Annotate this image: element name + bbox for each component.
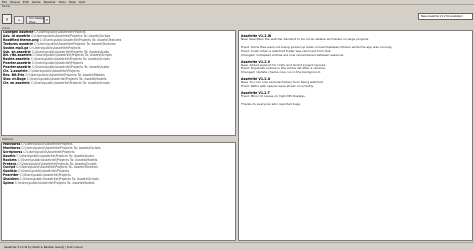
list-item-name: Spime [3,181,14,186]
list-item-path: C:\Users\public\Assetrite\Projects To: A… [14,181,95,186]
changelog-line: Fixed: Paths with spaces were shown inco… [241,84,314,89]
menu-item[interactable]: Pipeline [44,0,56,4]
menu-item[interactable]: Game [32,0,41,4]
add-button[interactable]: + [14,16,24,24]
update-available-button[interactable]: New Assetrite V1.2.W available! [418,13,473,20]
menu-item[interactable]: Queue [10,0,20,4]
watched-folders-list[interactable]: Monitorss C:\Users\public\Assetrite\Proj… [1,142,236,241]
changelog-line: Changed: Update checks now run in the ba… [241,70,321,75]
menu-item[interactable]: Tools [58,0,65,4]
active-files-list[interactable]: Codegen assetrie C:\Users\public\Assetri… [1,30,236,136]
menu-item[interactable]: Quit [79,0,85,4]
menu-item[interactable]: Edit [23,0,29,4]
menu-item[interactable]: File [2,0,7,4]
menu-item[interactable]: Help [69,0,76,4]
status-line: Ready [2,5,11,8]
changelog-panel: Assetrite V1.2.W New: Rewritten the watch… [238,30,473,241]
changelog-line: Changed: Collapsed entries are now remem… [241,52,345,57]
list-item-path: C:\Users\public\Assetrite\Projects To: A… [30,80,110,85]
list-item[interactable]: Ctr. en.assetrie C:\Users\public\Assetri… [2,80,235,86]
list-item-name: Ctr. en.assetrie [3,80,30,85]
chevron-down-icon[interactable]: ▾ [44,16,50,24]
watched-panel-label: Watched [2,138,14,141]
app-logo-button[interactable]: || [2,14,12,24]
bottom-status-bar: Assetrite V1.2.W by Noah & Bastian Gaedy… [0,242,474,250]
changelog-line: Thanks to everyone who reported bugs. [241,101,301,106]
uncollapse-files-button[interactable]: Uncollapse Files [26,16,45,24]
list-item[interactable]: Spime C:\Users\public\Assetrite\Projects… [2,181,235,186]
